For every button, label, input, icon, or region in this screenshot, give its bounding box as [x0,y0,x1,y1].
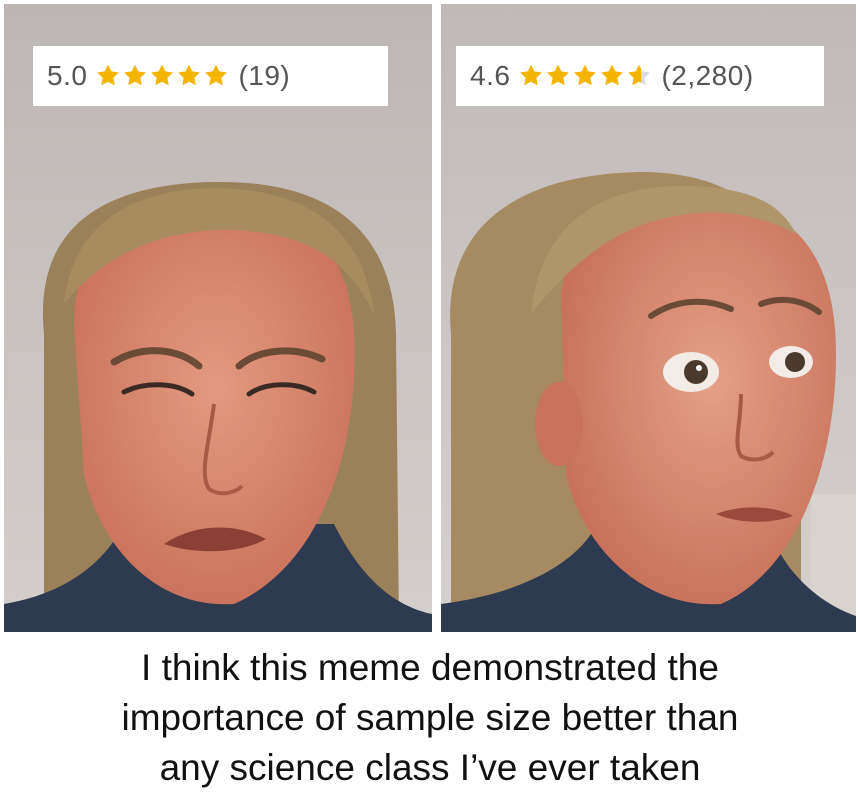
star-icon [599,63,625,89]
right-rating-stars [518,63,653,89]
left-rating-box: 5.0 (19) [33,46,388,106]
right-review-count: (2,280) [661,60,754,91]
star-icon [149,63,175,89]
star-icon [176,63,202,89]
star-icon [545,63,571,89]
caption: I think this meme demonstrated the impor… [0,636,860,800]
star-icon [572,63,598,89]
right-rating-score: 4.6 [470,60,511,91]
left-rating-score: 5.0 [47,60,88,91]
caption-line: I think this meme demonstrated the [141,647,719,688]
right-rating-box: 4.6 (2,280) [456,46,824,106]
star-icon [626,63,652,89]
star-icon [122,63,148,89]
left-rating-stars [95,63,230,89]
star-icon [95,63,121,89]
star-icon [203,63,229,89]
meme-image: 5.0 (19) 4.6 (2,280) I think this meme d… [0,0,860,800]
left-review-count: (19) [238,60,291,91]
caption-line: importance of sample size better than [121,697,739,738]
caption-line: any science class I’ve ever taken [159,747,701,788]
star-icon [518,63,544,89]
